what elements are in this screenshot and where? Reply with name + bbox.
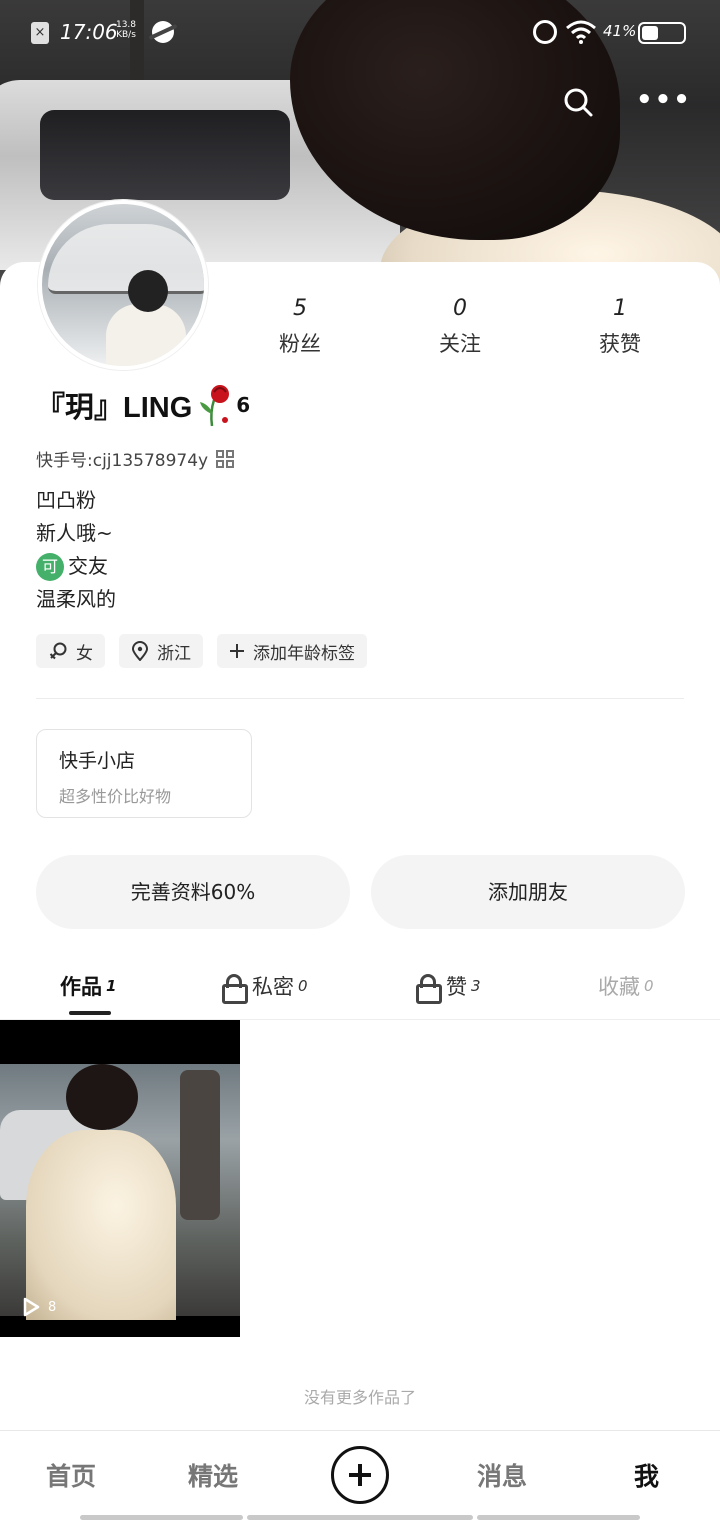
shop-title: 快手小店 [59,750,136,772]
nav-home[interactable]: 首页 [46,1457,96,1493]
qr-code-icon[interactable] [216,449,235,468]
search-icon[interactable] [562,86,594,118]
bio-line-text: 交友 [68,554,108,578]
active-tab-indicator [69,1011,111,1015]
avatar-person-head [128,270,168,312]
battery-percent: 41% [603,22,637,40]
post-person-body [26,1130,176,1320]
profile-tags: 女 浙江 添加年龄标签 [36,634,367,668]
battery-fill [642,26,658,40]
add-friends-button[interactable]: 添加朋友 [371,855,685,929]
status-time: 17:06 [60,20,118,44]
tab-count: 0 [644,977,654,995]
kuaishou-id-row[interactable]: 快手号:cjj13578974y [36,446,235,471]
lock-icon [222,974,248,1004]
play-count: 8 [48,1299,57,1315]
bio-line: 温柔风的 [36,587,116,611]
stat-value: 5 [293,296,307,321]
no-more-works-text: 没有更多作品了 [303,1388,416,1407]
nickname-suffix: 6 [236,393,251,417]
tag-label: 浙江 [157,643,191,664]
bottom-navigation: 首页 精选 消息 我 [0,1430,720,1520]
create-post-button[interactable] [331,1446,389,1504]
wifi-icon [566,20,596,44]
tag-location[interactable]: 浙江 [119,634,203,668]
stat-label: 关注 [439,332,481,356]
network-speed: 13.8 KB/s [114,20,138,40]
network-speed-value: 13.8 [115,20,137,30]
bio: 凹凸粉 新人哦~ 可 交友 温柔风的 [36,484,116,616]
tab-count: 1 [106,977,117,995]
tab-count: 3 [471,977,481,995]
post-play-count: 8 [20,1296,56,1318]
post-thumbnail[interactable]: 8 [0,1020,240,1337]
section-divider [36,698,684,699]
stat-likes[interactable]: 1 获赞 [540,296,700,366]
tag-label: 添加年龄标签 [253,643,355,664]
cover-car-window [40,110,290,200]
avatar[interactable] [38,200,208,370]
tab-works[interactable]: 作品 1 [60,966,116,1006]
tab-favorites[interactable]: 收藏 0 [598,966,654,1006]
profile-stats: 5 粉丝 0 关注 1 获赞 [220,296,700,366]
bio-line: 可 交友 [36,550,116,583]
nickname: 『玥』LING [36,392,193,424]
nav-messages[interactable]: 消息 [477,1457,527,1493]
tab-label: 作品 [60,975,102,999]
stat-value: 0 [453,296,467,321]
system-gesture-bar [0,1512,720,1520]
gender-female-icon [49,642,67,660]
status-bar: × 17:06 13.8 KB/s 41% [0,0,720,64]
play-icon [23,1297,40,1317]
tab-label: 收藏 [598,975,640,999]
shop-subtitle: 超多性价比好物 [59,787,172,806]
rose-icon [200,385,230,427]
battery-icon [638,22,686,44]
kuaishou-shop-card[interactable]: 快手小店 超多性价比好物 [36,729,252,818]
alarm-icon [533,20,557,44]
complete-profile-button[interactable]: 完善资料60% [36,855,350,929]
tab-label: 赞 [446,975,467,999]
network-speed-unit: KB/s [116,30,136,40]
post-person-head [66,1064,138,1130]
notification-close-icon: × [31,22,49,44]
tab-label: 私密 [252,975,294,999]
location-icon [131,641,149,661]
more-options-icon[interactable]: ••• [636,87,690,114]
stat-following[interactable]: 0 关注 [380,296,540,366]
nav-featured[interactable]: 精选 [188,1457,238,1493]
stat-label: 粉丝 [279,332,321,356]
stat-followers[interactable]: 5 粉丝 [220,296,380,366]
stat-label: 获赞 [599,332,641,356]
tag-gender[interactable]: 女 [36,634,105,668]
avatar-person-body [106,304,186,366]
tab-liked[interactable]: 赞 3 [416,966,481,1006]
bio-line: 凹凸粉 [36,488,96,512]
kuaishou-id: 快手号:cjj13578974y [36,451,209,471]
tab-count: 0 [298,977,308,995]
bio-line: 新人哦~ [36,521,113,545]
plus-icon [230,644,244,658]
planet-app-icon [152,21,174,43]
ke-badge-icon: 可 [36,552,64,581]
post-tree [180,1070,220,1220]
stat-value: 1 [613,296,627,321]
tab-private[interactable]: 私密 0 [222,966,308,1006]
tag-label: 女 [76,643,93,664]
tag-add-age[interactable]: 添加年龄标签 [217,634,367,668]
lock-icon [416,974,442,1004]
nickname-row: 『玥』LING 6 [36,380,250,430]
nav-me[interactable]: 我 [634,1457,659,1493]
